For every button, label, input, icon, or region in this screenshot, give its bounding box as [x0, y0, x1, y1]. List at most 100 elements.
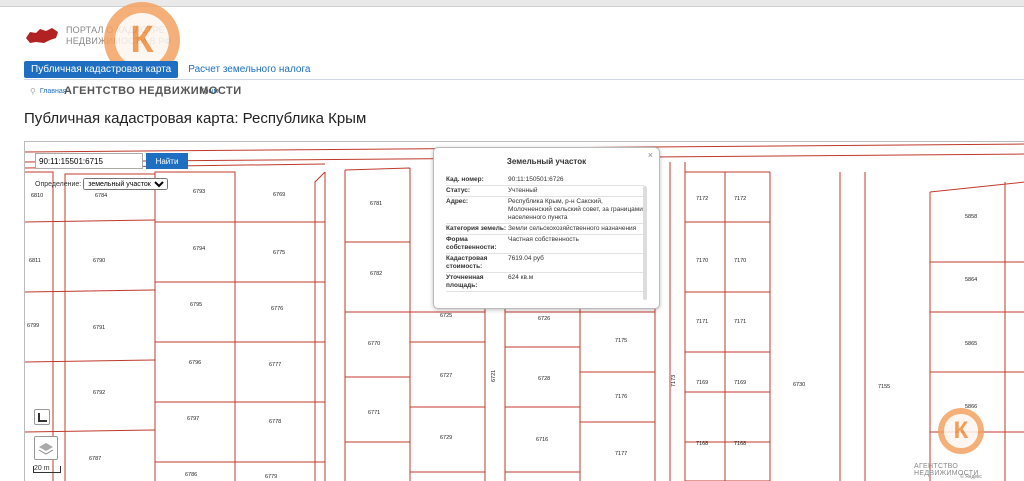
- parcel-label: 7168: [696, 441, 708, 447]
- row-key: Уточненная площадь:: [446, 274, 484, 289]
- parcel-label: 6777: [269, 362, 281, 368]
- parcel-label: 6794: [193, 246, 205, 252]
- popup-row: Уточненная площадь: 624 кв.м: [446, 273, 644, 292]
- map-scale: 20 m: [33, 465, 61, 473]
- parcel-label: 7175: [615, 338, 627, 344]
- nav-tabs: Публичная кадастровая карта Расчет земел…: [24, 61, 316, 78]
- layers-icon: [38, 443, 54, 455]
- parcel-label: 6721: [491, 370, 497, 382]
- cadastral-number-input[interactable]: [35, 153, 143, 169]
- watermark-logo-bottom: К: [938, 408, 984, 454]
- popup-scrollbar[interactable]: [643, 186, 647, 300]
- parcel-label: 6797: [187, 416, 199, 422]
- parcel-label: 6811: [29, 258, 41, 264]
- parcel-label: 7170: [734, 258, 746, 264]
- parcel-label: 6810: [31, 193, 43, 199]
- popup-close-icon[interactable]: ×: [648, 150, 653, 160]
- layers-button[interactable]: [34, 436, 58, 460]
- parcel-label: 7168: [734, 441, 746, 447]
- parcel-label: 7173: [671, 375, 677, 387]
- parcel-label: 6799: [27, 323, 39, 329]
- parcel-label: 6726: [538, 316, 550, 322]
- parcel-label: 7176: [615, 394, 627, 400]
- parcel-label: 6781: [370, 201, 382, 207]
- parcel-label: 6793: [193, 189, 205, 195]
- parcel-label: 6728: [538, 376, 550, 382]
- parcel-label: 5858: [965, 214, 977, 220]
- parcel-label: 6792: [93, 390, 105, 396]
- parcel-label: 5864: [965, 277, 977, 283]
- page-title: Публичная кадастровая карта: Республика …: [24, 110, 367, 127]
- parcel-label: 6790: [93, 258, 105, 264]
- popup-rows: Кад. номер: 90:11:150501:6726 Статус: Учте…: [446, 175, 644, 292]
- parcel-label: 6729: [440, 435, 452, 441]
- row-value: 624 кв.м: [508, 274, 534, 281]
- definition-label: Определение:: [35, 180, 82, 188]
- parcel-label: 6775: [273, 250, 285, 256]
- parcel-label: 7155: [878, 384, 890, 390]
- parcel-label: 6776: [271, 306, 283, 312]
- cadastral-search: Найти: [35, 153, 188, 169]
- parcel-label: 7177: [615, 451, 627, 457]
- definition-select[interactable]: земельный участок: [83, 178, 169, 190]
- popup-row: Статус: Учтенный: [446, 186, 644, 197]
- parcel-label: 7169: [696, 380, 708, 386]
- parcel-label: 6725: [440, 313, 452, 319]
- parcel-label: 7170: [696, 258, 708, 264]
- parcel-label: 6778: [269, 419, 281, 425]
- row-key: Кадастровая стоимость:: [446, 255, 488, 270]
- location-pin-icon: ⚲: [30, 87, 36, 96]
- row-value: Частная собственность: [508, 236, 579, 243]
- parcel-label: 6786: [185, 472, 197, 478]
- parcel-label: 6787: [89, 456, 101, 462]
- row-key: Категория земель:: [446, 225, 507, 232]
- watermark-agency-text: АГЕНТСТВО НЕДВИЖИМОСТИ: [64, 85, 242, 97]
- find-button[interactable]: Найти: [146, 153, 188, 169]
- parcel-label: 7172: [734, 196, 746, 202]
- parcel-label: 6771: [368, 410, 380, 416]
- parcel-label: 6716: [536, 437, 548, 443]
- tab-land-tax-calc[interactable]: Расчет земельного налога: [182, 61, 316, 78]
- popup-row: Категория земель: Земли сельскохозяйствен…: [446, 224, 644, 235]
- parcel-label: 6784: [95, 193, 107, 199]
- row-value: Учтенный: [508, 187, 538, 194]
- row-key: Адрес:: [446, 198, 469, 205]
- parcel-label: 7171: [696, 319, 708, 325]
- popup-row: Кадастровая стоимость: 7619.04 руб: [446, 254, 644, 273]
- popup-title: Земельный участок: [506, 157, 587, 166]
- parcel-label: 7169: [734, 380, 746, 386]
- cadastral-map[interactable]: 6810 6784 6790 6791 6792 6787 6811 6799 …: [24, 141, 1024, 481]
- parcel-label: 6770: [368, 341, 380, 347]
- map-copyright: © Яндекс: [960, 474, 982, 480]
- nav-divider: [24, 79, 1024, 80]
- fullscreen-button[interactable]: [34, 409, 50, 425]
- breadcrumb-home[interactable]: Главная: [40, 88, 67, 95]
- parcel-label: 6730: [793, 382, 805, 388]
- parcel-label: 6791: [93, 325, 105, 331]
- definition-row: Определение: земельный участок: [35, 178, 169, 190]
- parcel-label: 6779: [265, 474, 277, 480]
- row-value: 90:11:150501:6726: [508, 176, 564, 183]
- row-key: Статус:: [446, 187, 471, 194]
- parcel-label: 6796: [189, 360, 201, 366]
- watermark-letter-bottom: К: [953, 417, 969, 444]
- popup-row: Кад. номер: 90:11:150501:6726: [446, 175, 644, 186]
- row-key: Форма собственности:: [446, 236, 497, 251]
- row-key: Кад. номер:: [446, 176, 484, 183]
- tab-public-cadastral-map[interactable]: Публичная кадастровая карта: [24, 61, 179, 78]
- parcel-label: 7171: [734, 319, 746, 325]
- parcel-label: 6795: [190, 302, 202, 308]
- parcel-info-popup: Земельный участок × Кад. номер: 90:11:150…: [433, 147, 660, 309]
- parcel-label: 6782: [370, 271, 382, 277]
- russia-map-icon: [26, 28, 58, 43]
- row-value: Земли сельскохозяйственного назначения: [508, 225, 637, 232]
- parcel-label: 6727: [440, 373, 452, 379]
- row-value: Республика Крым, р-н Сакский, Молочненск…: [508, 198, 643, 221]
- popup-row: Форма собственности: Частная собственност…: [446, 235, 644, 254]
- row-value: 7619.04 руб: [508, 255, 544, 262]
- popup-row: Адрес: Республика Крым, р-н Сакский, Моло…: [446, 197, 644, 224]
- parcel-label: 6769: [273, 192, 285, 198]
- parcel-label: 5865: [965, 341, 977, 347]
- parcel-label: 7172: [696, 196, 708, 202]
- fullscreen-icon: [38, 413, 47, 422]
